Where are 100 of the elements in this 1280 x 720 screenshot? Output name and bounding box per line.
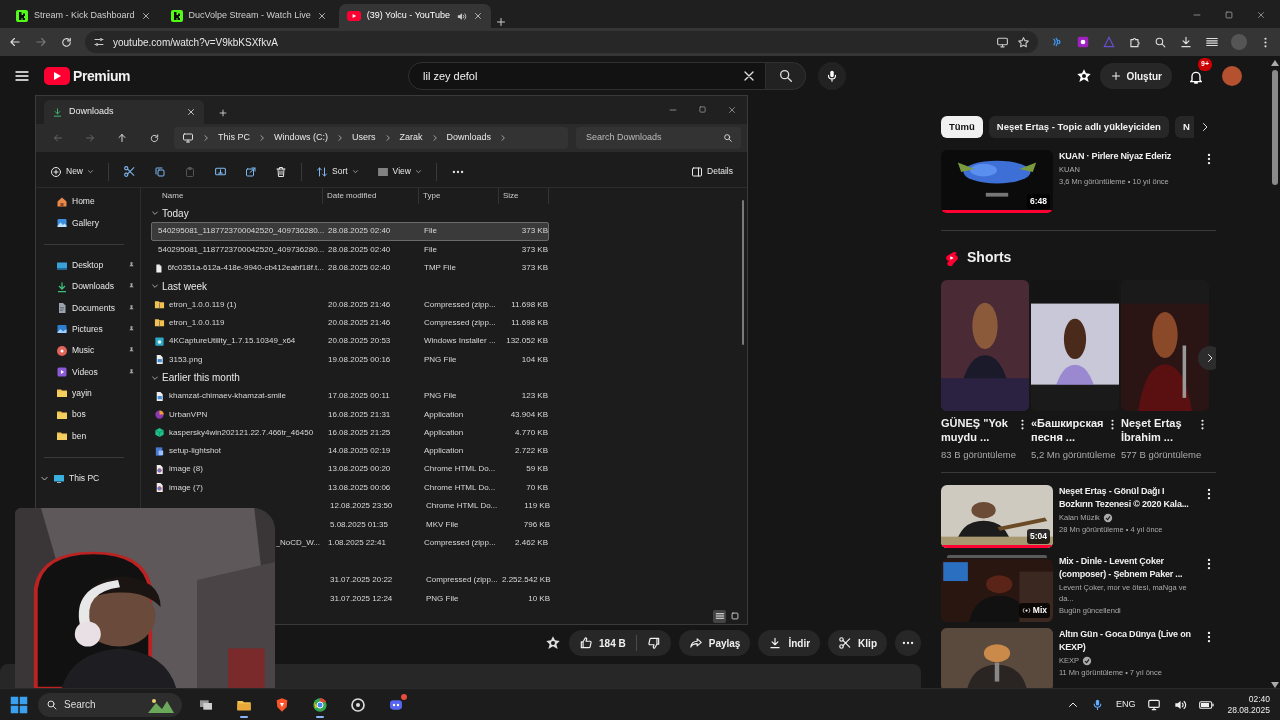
sparkle-icon[interactable] bbox=[545, 635, 562, 651]
maximize-icon[interactable] bbox=[698, 105, 707, 114]
column-header[interactable]: Date modified bbox=[323, 188, 419, 204]
breadcrumb[interactable]: Windows (C:) bbox=[274, 131, 329, 145]
scroll-up-icon[interactable] bbox=[1271, 60, 1279, 66]
new-tab-icon[interactable] bbox=[495, 16, 507, 28]
video-title[interactable]: Neşet Ertaş - Gönül Dağı I Bozkırın Tezenesi © 2020 Kala... bbox=[1059, 485, 1196, 511]
video-title[interactable]: Mix - Dinle - Levent Çoker (composer) - Şebnem Paker ... bbox=[1059, 555, 1196, 581]
file-row[interactable]: 31.07.2025 20:22 Compressed (zipp... 2.252.542 KB bbox=[325, 570, 551, 590]
view-button[interactable]: View bbox=[372, 163, 426, 180]
file-row[interactable]: khamzat-chimaev-khamzat-smile 17.08.2025 00:11 PNG File 123 KB bbox=[151, 387, 549, 406]
file-row[interactable]: _NoCD_W... 1.08.2025 22:41 Compressed (zipp... 2.462 KB bbox=[275, 534, 549, 553]
file-row[interactable]: image (8) 13.08.2025 00:20 Chrome HTML Do... 59 KB bbox=[151, 460, 549, 479]
browser-tab[interactable]: Stream - Kick Dashboard bbox=[8, 4, 159, 28]
sparkle-icon[interactable] bbox=[1076, 68, 1093, 84]
scrollbar-thumb[interactable] bbox=[1272, 70, 1278, 185]
avatar[interactable] bbox=[1222, 66, 1242, 86]
nav-item[interactable]: yayin bbox=[36, 382, 140, 404]
file-row[interactable]: 4KCaptureUtility_1.7.15.10349_x64 20.08.2025 20:53 Windows Installer ... 132.052 KB bbox=[151, 332, 549, 351]
close-icon[interactable] bbox=[727, 105, 737, 115]
search-field[interactable]: Search bbox=[38, 692, 182, 717]
file-row[interactable]: 3153.png 19.08.2025 00:16 PNG File 104 KB bbox=[151, 350, 549, 369]
file-row[interactable]: etron_1.0.0.119 (1) 20.08.2025 21:46 Compressed (zipp... 11.698 KB bbox=[151, 295, 549, 314]
search-box[interactable]: Search Downloads bbox=[576, 127, 741, 149]
file-row[interactable]: 6fc0351a-612a-418e-9940-cb412eabf18f.t... 28.08.2025 02:40 TMP File 373 KB bbox=[151, 258, 549, 278]
group-header[interactable]: Today bbox=[162, 205, 189, 221]
menu-icon[interactable] bbox=[14, 68, 30, 84]
file-row[interactable]: 31.07.2025 12:24 PNG File 10 KB bbox=[325, 589, 551, 609]
file-row[interactable]: 540295081_1187723700042520_409736280... 28.08.2025 02:40 File 373 KB bbox=[151, 240, 549, 259]
extension-icon[interactable] bbox=[1076, 35, 1090, 49]
search-button[interactable] bbox=[766, 62, 806, 90]
explorer-tab[interactable]: Downloads bbox=[44, 100, 204, 124]
share-button[interactable]: Paylaş bbox=[678, 630, 751, 656]
sort-button[interactable]: Sort bbox=[312, 163, 363, 180]
download-icon[interactable] bbox=[1179, 35, 1193, 49]
short-title[interactable]: «Башкирская песня ... bbox=[1031, 416, 1106, 444]
search-box[interactable]: lil zey defol bbox=[408, 62, 766, 90]
file-row[interactable]: kaspersky4win202121.22.7.466tr_46450 16.08.2025 21:25 Application 4.770 KB bbox=[151, 423, 549, 442]
install-icon[interactable] bbox=[996, 35, 1009, 49]
maximize-icon[interactable] bbox=[1224, 10, 1234, 20]
file-row[interactable]: 540295081_1187723700042520_409736280... 28.08.2025 02:40 File 373 KB bbox=[151, 222, 549, 241]
column-header[interactable]: Size bbox=[499, 188, 549, 204]
breadcrumb[interactable]: Downloads bbox=[446, 131, 492, 145]
video-title[interactable]: Altın Gün - Goca Dünya (Live on KEXP) bbox=[1059, 628, 1196, 654]
new-button[interactable]: New bbox=[46, 163, 98, 180]
file-row[interactable]: 12.08.2025 23:50 Chrome HTML Do... 119 KB bbox=[325, 496, 551, 516]
nav-item[interactable]: Gallery bbox=[36, 212, 140, 234]
file-row[interactable]: image (7) 13.08.2025 00:06 Chrome HTML Do... 70 KB bbox=[151, 478, 549, 497]
puzzle-icon[interactable] bbox=[1128, 35, 1142, 49]
breadcrumb[interactable]: Zarak bbox=[399, 131, 423, 145]
windows-logo-icon[interactable] bbox=[10, 695, 28, 714]
nav-item[interactable]: Home bbox=[36, 191, 140, 213]
create-button[interactable]: Oluştur bbox=[1100, 63, 1172, 89]
filter-chip[interactable]: Tümü bbox=[941, 116, 983, 138]
breadcrumb[interactable]: Users bbox=[352, 131, 376, 145]
breadcrumb[interactable]: This PC bbox=[218, 131, 250, 145]
file-row[interactable]: setup-lightshot 14.08.2025 02:19 Application 2.722 KB bbox=[151, 441, 549, 461]
search-field[interactable]: lil zey defol bbox=[421, 66, 741, 86]
close-icon[interactable] bbox=[316, 11, 327, 21]
close-icon[interactable] bbox=[1256, 10, 1266, 20]
group-header[interactable]: Last week bbox=[162, 278, 208, 294]
file-row[interactable]: 5.08.2025 01:35 MKV File 796 KB bbox=[325, 515, 551, 535]
speaker-icon[interactable] bbox=[456, 10, 467, 22]
column-header[interactable]: Type bbox=[419, 188, 499, 204]
nav-item[interactable]: bos bbox=[36, 403, 140, 426]
tab-search-icon[interactable] bbox=[1154, 35, 1167, 49]
reload-icon[interactable] bbox=[60, 35, 73, 49]
tiles-view-button[interactable] bbox=[728, 609, 741, 623]
clock-date[interactable]: 28.08.2025 bbox=[1227, 704, 1270, 716]
close-icon[interactable] bbox=[473, 11, 483, 21]
close-icon[interactable] bbox=[186, 107, 196, 117]
short-title[interactable]: GÜNEŞ "Yok muydu ... bbox=[941, 416, 1016, 444]
clip-button[interactable]: Klip bbox=[828, 630, 887, 656]
browser-tab[interactable]: (39) Yolcu - YouTube bbox=[338, 4, 491, 28]
column-header[interactable]: Name bbox=[151, 188, 323, 204]
network-icon[interactable] bbox=[1147, 697, 1162, 712]
file-row[interactable]: etron_1.0.0.119 20.08.2025 21:46 Compressed (zipp... 11.698 KB bbox=[151, 313, 549, 333]
voice-search-button[interactable] bbox=[818, 62, 846, 90]
short-title[interactable]: Neşet Ertaş İbrahim ... bbox=[1121, 416, 1196, 444]
nav-item[interactable]: Pictures bbox=[36, 318, 140, 341]
browser-tab[interactable]: DucVolpe Stream - Watch Live bbox=[162, 4, 335, 28]
nav-item[interactable]: This PC bbox=[36, 467, 140, 490]
site-settings-icon[interactable] bbox=[93, 36, 105, 48]
details-view-button[interactable] bbox=[713, 609, 726, 623]
language-indicator[interactable]: ENG bbox=[1115, 697, 1136, 712]
group-header[interactable]: Earlier this month bbox=[162, 370, 240, 386]
nav-item[interactable]: Music bbox=[36, 340, 140, 362]
filter-chip[interactable]: Neşet Ertaş - Topic adlı yükleyiciden bbox=[988, 116, 1169, 138]
nav-item[interactable]: Desktop bbox=[36, 254, 140, 277]
battery-icon[interactable] bbox=[1199, 698, 1216, 711]
clock-time[interactable]: 02:40 bbox=[1248, 693, 1270, 705]
filter-chip[interactable]: N bbox=[1174, 116, 1194, 138]
star-icon[interactable] bbox=[1017, 35, 1030, 49]
playlist-icon[interactable] bbox=[1205, 35, 1219, 49]
nav-item[interactable]: Downloads bbox=[36, 276, 140, 298]
download-button[interactable]: İndir bbox=[758, 630, 821, 656]
back-icon[interactable] bbox=[8, 35, 22, 49]
details-button[interactable]: Details bbox=[687, 163, 737, 180]
address-bar[interactable]: This PC Windows (C:) Users Zarak Downloads bbox=[174, 127, 568, 149]
video-title[interactable]: KUAN · Pirlere Niyaz Ederiz bbox=[1059, 150, 1196, 163]
